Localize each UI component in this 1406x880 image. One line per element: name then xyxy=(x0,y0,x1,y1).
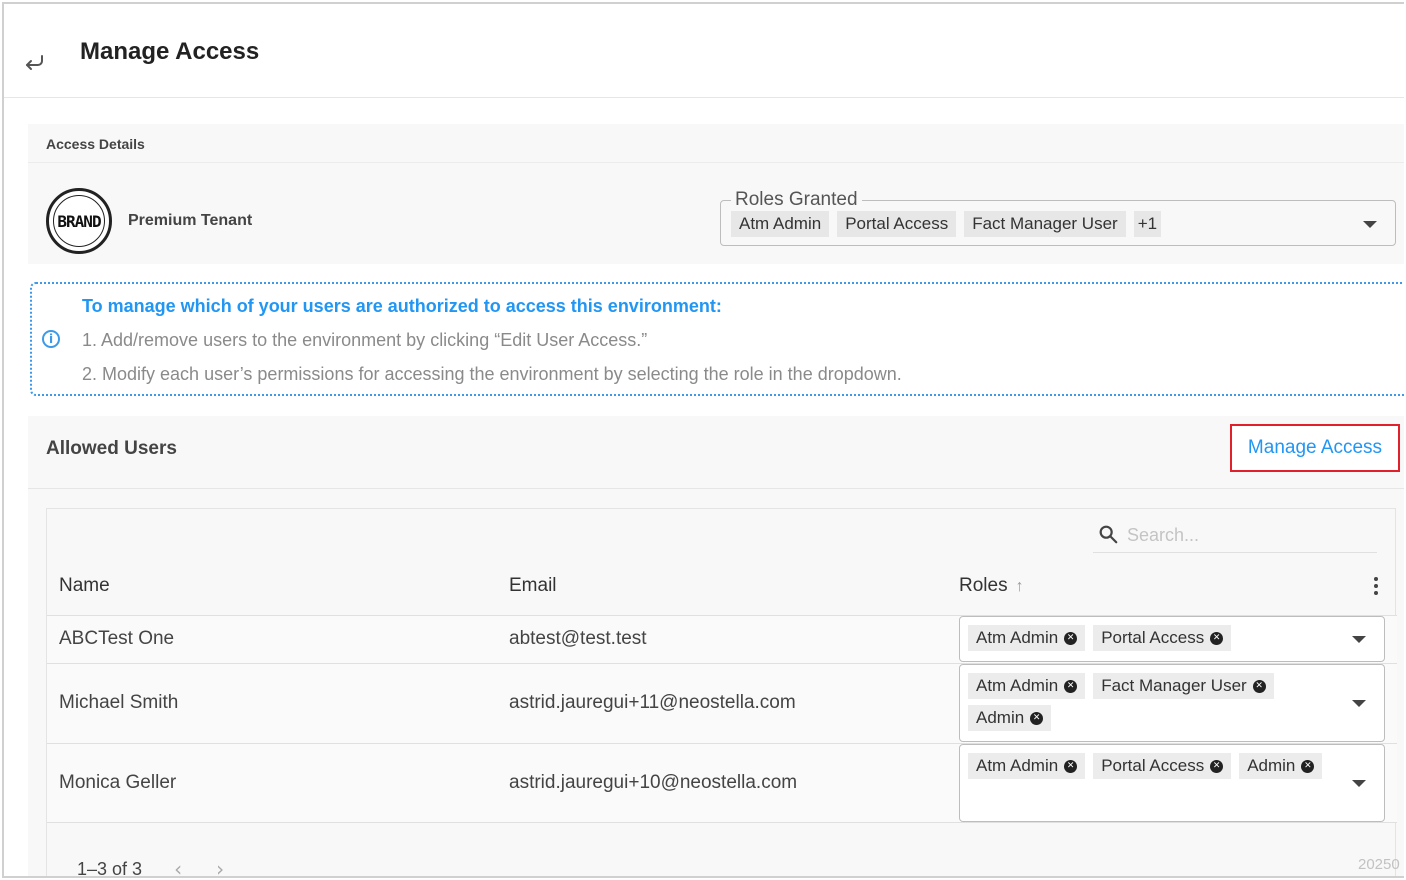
info-title: To manage which of your users are author… xyxy=(82,296,722,316)
role-chip[interactable]: Admin ✕ xyxy=(968,705,1052,731)
info-box: i To manage which of your users are auth… xyxy=(30,282,1404,396)
divider xyxy=(28,162,1404,163)
role-chip[interactable]: Portal Access ✕ xyxy=(1093,625,1232,651)
chevron-down-icon[interactable] xyxy=(1352,780,1366,787)
access-details-card: Access Details BRAND Premium Tenant Role… xyxy=(28,124,1404,264)
role-chips: Atm Admin ✕ Portal Access ✕ Admin ✕ xyxy=(968,753,1338,779)
remove-chip-icon[interactable]: ✕ xyxy=(1064,759,1078,773)
cell-email: astrid.jauregui+10@neostella.com xyxy=(509,772,798,793)
chevron-down-icon[interactable] xyxy=(1352,700,1366,707)
role-chip[interactable]: Portal Access ✕ xyxy=(1093,753,1232,779)
column-header-name[interactable]: Name xyxy=(59,575,110,597)
info-icon: i xyxy=(42,330,60,348)
role-chip[interactable]: Fact Manager User ✕ xyxy=(1093,673,1274,699)
search-icon xyxy=(1099,525,1118,544)
role-chip-label: Portal Access xyxy=(1101,628,1205,647)
tenant-name: Premium Tenant xyxy=(128,212,253,229)
pagination: 1–3 of 3 ‹ › xyxy=(77,857,224,878)
table-row: Michael Smith astrid.jauregui+11@neostel… xyxy=(47,663,1397,743)
role-chip: Atm Admin xyxy=(731,211,830,237)
access-details-title: Access Details xyxy=(46,136,145,152)
app-frame: Manage Access Access Details BRAND Premi… xyxy=(2,2,1404,878)
users-table: Name Email Roles ↑ ABCTest One abtest@tes… xyxy=(46,508,1397,878)
search-box xyxy=(1093,519,1377,553)
allowed-users-section: Allowed Users Manage Access Name Email R… xyxy=(28,416,1404,878)
chevron-right-icon[interactable]: › xyxy=(216,857,224,876)
more-options-icon[interactable] xyxy=(1369,575,1383,597)
role-chips: Atm Admin ✕ Fact Manager User ✕ Admin ✕ xyxy=(968,673,1338,731)
remove-chip-icon[interactable]: ✕ xyxy=(1301,759,1315,773)
role-chip-label: Admin xyxy=(976,708,1025,727)
remove-chip-icon[interactable]: ✕ xyxy=(1064,679,1078,693)
page-header: Manage Access xyxy=(4,4,1404,98)
role-chip-label: Atm Admin xyxy=(976,756,1059,775)
roles-granted-select[interactable]: Roles Granted Atm Admin Portal Access Fa… xyxy=(720,189,1396,246)
remove-chip-icon[interactable]: ✕ xyxy=(1210,759,1224,773)
cell-email: abtest@test.test xyxy=(509,628,647,649)
remove-chip-icon[interactable]: ✕ xyxy=(1030,711,1044,725)
sort-arrow-up-icon[interactable]: ↑ xyxy=(1016,578,1024,596)
brand-logo: BRAND xyxy=(46,188,112,254)
divider xyxy=(28,488,1404,489)
back-arrow-icon[interactable] xyxy=(22,50,46,74)
search-input[interactable] xyxy=(1127,521,1367,549)
role-chip[interactable]: Atm Admin ✕ xyxy=(968,673,1086,699)
chevron-down-icon[interactable] xyxy=(1352,636,1366,643)
page-title: Manage Access xyxy=(80,38,260,65)
roles-granted-label: Roles Granted xyxy=(731,189,862,211)
cell-name: Monica Geller xyxy=(59,772,177,793)
role-chip-label: Atm Admin xyxy=(976,676,1059,695)
role-chip-label: Fact Manager User xyxy=(1101,676,1247,695)
pagination-range: 1–3 of 3 xyxy=(77,858,143,878)
chevron-down-icon[interactable] xyxy=(1363,221,1377,228)
role-chip-label: Portal Access xyxy=(1101,756,1205,775)
remove-chip-icon[interactable]: ✕ xyxy=(1252,679,1266,693)
column-header-email[interactable]: Email xyxy=(509,575,557,597)
role-chip: Portal Access xyxy=(837,211,957,237)
column-header-roles[interactable]: Roles ↑ xyxy=(959,575,1024,597)
role-chip: Fact Manager User xyxy=(964,211,1126,237)
cell-name: ABCTest One xyxy=(59,628,175,649)
table-row: Monica Geller astrid.jauregui+10@neostel… xyxy=(47,743,1397,823)
role-chip[interactable]: Admin ✕ xyxy=(1239,753,1323,779)
cell-name: Michael Smith xyxy=(59,692,179,713)
remove-chip-icon[interactable]: ✕ xyxy=(1064,631,1078,645)
role-chip-label: Atm Admin xyxy=(976,628,1059,647)
allowed-users-title: Allowed Users xyxy=(46,438,177,459)
role-chip[interactable]: Atm Admin ✕ xyxy=(968,753,1086,779)
role-chips: Atm Admin ✕ Portal Access ✕ xyxy=(968,625,1338,651)
corner-text: 20250 xyxy=(1358,856,1400,873)
cell-email: astrid.jauregui+11@neostella.com xyxy=(509,692,796,713)
brand-logo-text: BRAND xyxy=(57,211,101,231)
role-chip[interactable]: Atm Admin ✕ xyxy=(968,625,1086,651)
column-header-roles-label: Roles xyxy=(959,575,1008,596)
role-chip-label: Admin xyxy=(1247,756,1296,775)
info-step-1: 1. Add/remove users to the environment b… xyxy=(82,330,648,350)
info-step-2: 2. Modify each user’s permissions for ac… xyxy=(82,364,902,384)
manage-access-button[interactable]: Manage Access xyxy=(1230,424,1400,472)
roles-more-count: +1 xyxy=(1133,211,1162,237)
brand-logo-inner: BRAND xyxy=(53,195,105,247)
roles-select[interactable]: Atm Admin ✕ Portal Access ✕ Admin ✕ xyxy=(959,744,1385,822)
table-row: ABCTest One abtest@test.test Atm Admin ✕ … xyxy=(47,615,1397,663)
remove-chip-icon[interactable]: ✕ xyxy=(1210,631,1224,645)
roles-select[interactable]: Atm Admin ✕ Fact Manager User ✕ Admin ✕ xyxy=(959,664,1385,742)
roles-granted-chips: Atm Admin Portal Access Fact Manager Use… xyxy=(731,211,1162,237)
chevron-left-icon[interactable]: ‹ xyxy=(174,857,182,876)
roles-select[interactable]: Atm Admin ✕ Portal Access ✕ xyxy=(959,616,1385,662)
